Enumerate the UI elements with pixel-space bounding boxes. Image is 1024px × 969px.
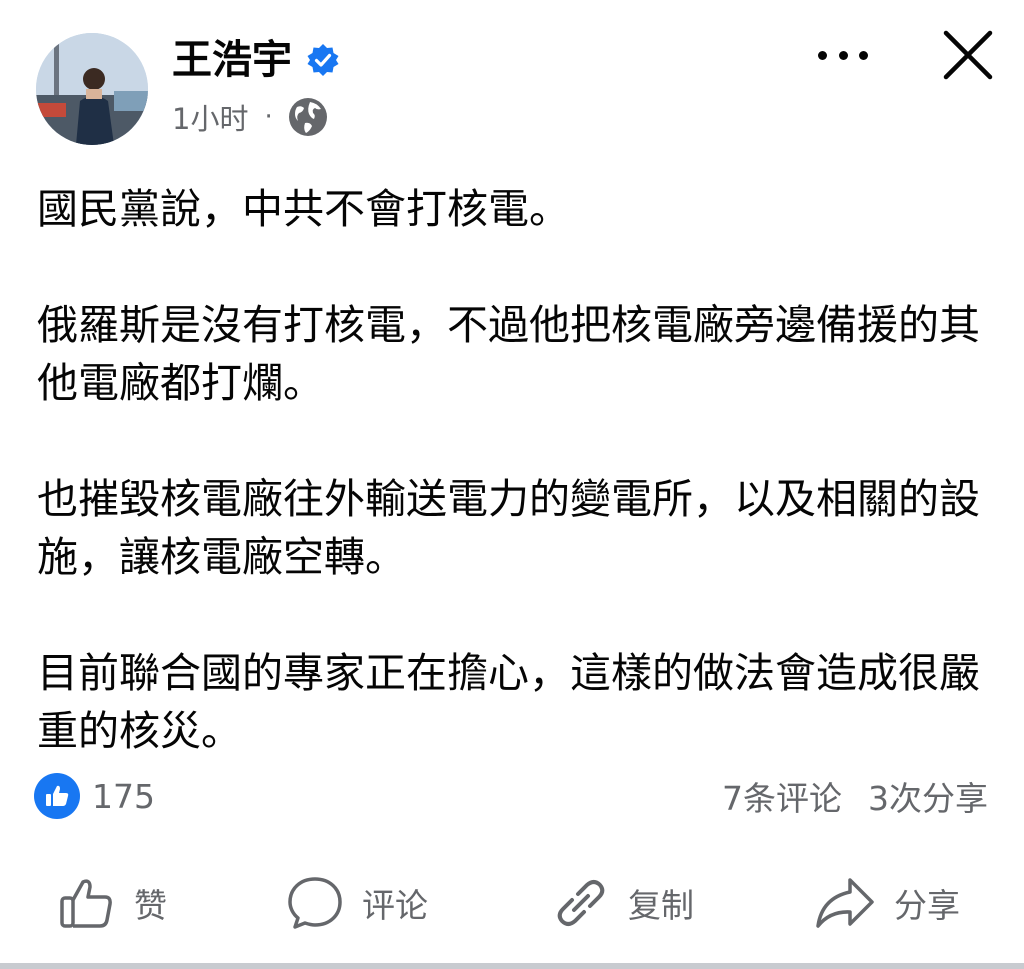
post-timestamp[interactable]: 1小时 — [172, 96, 248, 138]
post-paragraph: 國民黨說，中共不會打核電。 — [37, 185, 570, 233]
post-paragraph: 目前聯合國的專家正在擔心，這樣的做法會造成很嚴重的核災。 — [37, 649, 980, 755]
divider — [0, 963, 1024, 969]
more-dot-icon — [818, 50, 827, 60]
reaction-count: 175 — [92, 776, 155, 816]
avatar[interactable] — [36, 33, 148, 145]
copy-label: 复制 — [628, 886, 694, 925]
avatar-photo — [36, 33, 148, 145]
more-dot-icon — [859, 50, 868, 60]
engagement-counts: 7条评论 3次分享 — [722, 772, 988, 820]
author-name[interactable]: 王浩宇 — [172, 34, 292, 86]
comment-bubble-icon — [288, 877, 342, 929]
comment-count-link[interactable]: 7条评论 — [722, 772, 842, 820]
post-paragraph: 也摧毀核電廠往外輸送電力的變電所，以及相關的設施，讓核電廠空轉。 — [37, 475, 980, 581]
thumbs-up-icon — [46, 785, 69, 806]
like-button[interactable]: 赞 — [58, 862, 167, 944]
like-label: 赞 — [134, 886, 167, 925]
facebook-post: 王浩宇 1小时 · 國民黨說，中共不會打核電。 俄羅斯是沒有打核電，不過他把核電… — [0, 0, 1024, 969]
globe-icon — [288, 98, 327, 136]
reaction-summary[interactable]: 175 — [34, 772, 155, 820]
share-button[interactable]: 分享 — [814, 862, 960, 944]
thumbs-up-outline-icon — [60, 879, 112, 928]
more-dot-icon — [838, 50, 848, 60]
post-body: 國民黨說，中共不會打核電。 俄羅斯是沒有打核電，不過他把核電廠旁邊備援的其他電廠… — [37, 180, 997, 760]
share-count-link[interactable]: 3次分享 — [868, 772, 988, 820]
comment-label: 评论 — [362, 886, 428, 925]
copy-link-button[interactable]: 复制 — [552, 862, 694, 944]
more-options-button[interactable] — [818, 40, 868, 70]
share-arrow-icon — [816, 878, 874, 928]
action-bar: 赞 评论 复制 分享 — [0, 862, 1024, 944]
post-paragraph: 俄羅斯是沒有打核電，不過他把核電廠旁邊備援的其他電廠都打爛。 — [37, 301, 980, 407]
comment-button[interactable]: 评论 — [286, 862, 428, 944]
author-name-row: 王浩宇 — [172, 34, 340, 86]
link-icon — [557, 880, 605, 926]
share-label: 分享 — [894, 886, 960, 925]
close-icon[interactable] — [940, 27, 996, 83]
meta-separator: · — [264, 102, 273, 132]
post-meta: 1小时 · — [172, 94, 329, 140]
like-reaction-icon — [34, 773, 80, 819]
verified-badge-icon — [307, 44, 339, 76]
